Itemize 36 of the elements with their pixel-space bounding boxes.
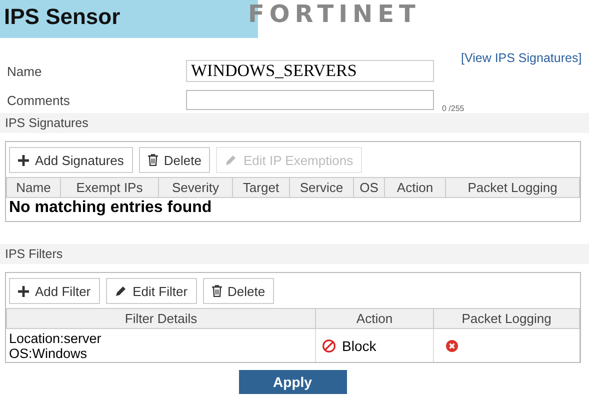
action-text: Block: [342, 338, 376, 354]
column-header[interactable]: Severity: [159, 177, 233, 198]
view-signatures-link[interactable]: [View IPS Signatures]: [434, 51, 589, 65]
field-label: Comments: [7, 92, 71, 108]
section-header: IPS Filters: [0, 244, 589, 264]
toolbar-button[interactable]: Add Filter: [9, 278, 100, 304]
trash-icon: [148, 154, 158, 166]
plus-icon: [18, 154, 29, 166]
column-header[interactable]: Packet Logging: [446, 177, 580, 198]
column-header[interactable]: Action: [316, 308, 434, 329]
toolbar-button[interactable]: Delete: [202, 278, 274, 304]
pencil-icon: [225, 154, 238, 166]
toolbar-button[interactable]: Delete: [138, 147, 210, 173]
comments-field[interactable]: [186, 90, 434, 110]
name-input[interactable]: WINDOWS_SERVERS: [186, 60, 434, 82]
apply-button[interactable]: Apply: [238, 370, 346, 394]
column-header[interactable]: Exempt IPs: [61, 177, 159, 198]
column-header[interactable]: Name: [6, 177, 61, 198]
empty-message: No matching entries found: [8, 198, 213, 218]
toolbar-button[interactable]: Add Signatures: [9, 147, 133, 173]
pencil-icon: [114, 285, 127, 297]
field-label: Name: [7, 64, 43, 78]
character-count: 0 /255: [441, 104, 466, 113]
column-header[interactable]: OS: [354, 177, 385, 198]
toolbar-button[interactable]: Edit Filter: [106, 278, 197, 304]
section-header: IPS Signatures: [0, 113, 589, 133]
plus-icon: [18, 286, 29, 296]
filter-detail: Location:server: [9, 330, 102, 346]
column-header[interactable]: Packet Logging: [434, 308, 580, 329]
column-header[interactable]: Filter Details: [6, 308, 316, 329]
column-header[interactable]: Action: [385, 177, 446, 198]
block-icon: [322, 338, 336, 352]
column-header[interactable]: Target: [233, 177, 290, 198]
column-header[interactable]: Service: [290, 177, 354, 198]
trash-icon: [212, 285, 222, 297]
filter-detail: OS:Windows: [9, 346, 88, 360]
